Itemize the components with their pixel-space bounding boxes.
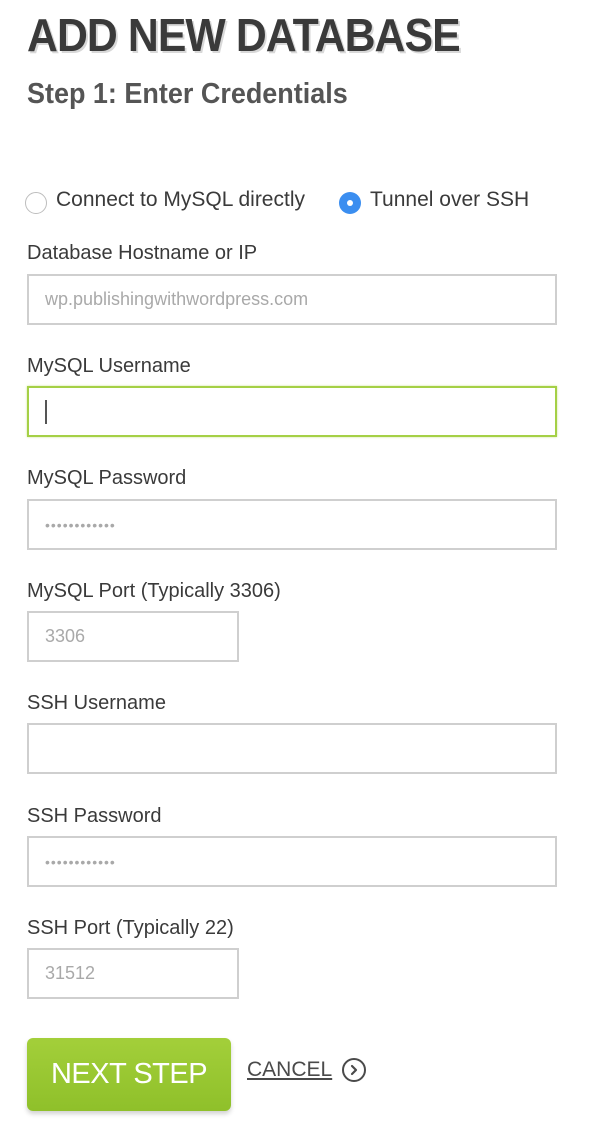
ssh-password-value: ••••••••••••: [45, 853, 116, 870]
step-title: Step 1: Enter Credentials: [27, 78, 348, 110]
radio-unchecked-icon[interactable]: [25, 192, 47, 214]
ssh-username-label: SSH Username: [27, 692, 166, 714]
mysql-username-label: MySQL Username: [27, 355, 191, 377]
mysql-password-input[interactable]: ••••••••••••: [27, 499, 557, 550]
mysql-username-input[interactable]: [27, 386, 557, 437]
connection-type-radio-group: Connect to MySQL directly Tunnel over SS…: [25, 186, 585, 216]
mysql-port-value: 3306: [45, 626, 86, 646]
radio-checked-icon[interactable]: [339, 192, 361, 214]
cancel-link[interactable]: CANCEL: [247, 1058, 367, 1082]
radio-label: Connect to MySQL directly: [56, 188, 305, 211]
chevron-right-icon: [351, 1064, 358, 1076]
mysql-port-label: MySQL Port (Typically 3306): [27, 580, 281, 602]
page-title: ADD NEW DATABASE: [27, 9, 461, 61]
mysql-password-value: ••••••••••••: [45, 516, 116, 533]
ssh-port-input[interactable]: 31512: [27, 948, 239, 999]
radio-tunnel-over-ssh[interactable]: Tunnel over SSH: [339, 186, 529, 214]
hostname-input[interactable]: wp.publishingwithwordpress.com: [27, 274, 557, 325]
mysql-port-input[interactable]: 3306: [27, 611, 239, 662]
mysql-password-label: MySQL Password: [27, 467, 187, 489]
next-step-button[interactable]: NEXT STEP: [27, 1038, 231, 1111]
ssh-username-input[interactable]: [27, 723, 557, 774]
hostname-value: wp.publishingwithwordpress.com: [45, 289, 309, 309]
text-caret: [45, 399, 47, 424]
chevron-right-circle-icon[interactable]: [342, 1058, 367, 1082]
ssh-port-value: 31512: [45, 963, 96, 983]
radio-label: Tunnel over SSH: [370, 188, 530, 211]
ssh-password-label: SSH Password: [27, 805, 162, 827]
hostname-label: Database Hostname or IP: [27, 242, 258, 264]
radio-connect-mysql-directly[interactable]: Connect to MySQL directly: [25, 186, 305, 214]
ssh-port-label: SSH Port (Typically 22): [27, 917, 234, 939]
cancel-label[interactable]: CANCEL: [247, 1058, 332, 1082]
ssh-password-input[interactable]: ••••••••••••: [27, 836, 557, 887]
